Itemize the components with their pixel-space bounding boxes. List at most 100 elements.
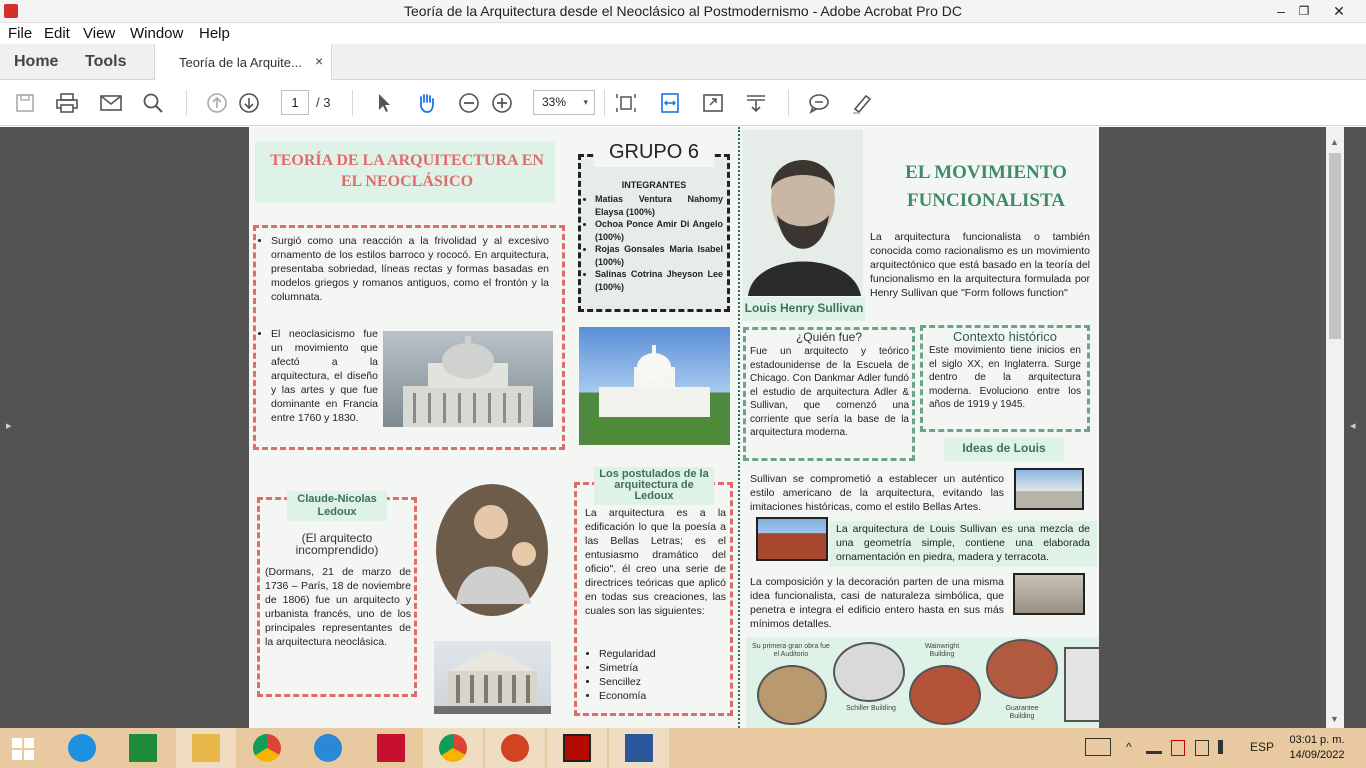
bullet-2-text: El neoclasicismo fue un movimiento que a… [271, 327, 378, 425]
idea-1: Sullivan se comprometió a establecer un … [750, 473, 1004, 513]
zoom-select[interactable]: 33% ▾ [533, 90, 595, 115]
postulado-item: Sencillez [599, 675, 719, 689]
folder-icon [192, 734, 220, 762]
left-title: TEORÍA DE LA ARQUITECTURA EN EL NEOCLÁSI… [270, 152, 544, 190]
email-icon[interactable] [99, 92, 123, 114]
scroll-mode-icon[interactable] [744, 92, 768, 114]
funcionalismo-intro: La arquitectura funcionalista o también … [870, 231, 1090, 299]
vertical-scrollbar[interactable]: ▲ ▼ [1326, 127, 1344, 728]
security-alert-icon[interactable] [1171, 740, 1185, 756]
volume-icon[interactable] [1218, 740, 1232, 754]
tab-document[interactable]: Teoría de la Arquite... × [154, 44, 332, 81]
store-icon [129, 734, 157, 762]
schiller-building-icon [833, 642, 905, 702]
clock-date: 14/09/2022 [1289, 749, 1345, 761]
save-icon[interactable] [13, 92, 37, 114]
clock-time: 03:01 p. m. [1289, 734, 1345, 746]
tab-tools[interactable]: Tools [85, 53, 126, 71]
tab-close-icon[interactable]: × [315, 53, 323, 69]
taskbar-internet-explorer[interactable] [52, 728, 112, 768]
tab-bar: Home Tools Teoría de la Arquite... × [0, 44, 1366, 81]
idea-2-photo [756, 517, 828, 561]
zoom-in-icon[interactable] [490, 92, 514, 114]
fit-page-icon[interactable] [614, 92, 638, 114]
menu-help[interactable]: Help [199, 25, 230, 42]
chevron-down-icon: ▾ [583, 97, 588, 107]
tray-overflow-icon[interactable]: ^ [1126, 740, 1132, 754]
member-item: Matias Ventura Nahomy Elaysa (100%) [595, 193, 723, 218]
ledoux-name: Claude-Nicolas Ledoux [287, 491, 387, 521]
taskbar-acrobat[interactable] [547, 728, 607, 768]
fit-width-icon[interactable] [658, 92, 682, 114]
ledoux-portrait [436, 484, 549, 617]
highlight-pen-icon[interactable] [850, 92, 874, 114]
powerpoint-icon [501, 734, 529, 762]
language-indicator[interactable]: ESP [1250, 740, 1274, 754]
page-divider [738, 127, 740, 728]
hand-tool-icon[interactable] [415, 92, 439, 114]
close-button[interactable]: ✕ [1316, 0, 1362, 23]
full-screen-icon[interactable] [701, 92, 725, 114]
system-clock[interactable]: 03:01 p. m. 14/09/2022 [1285, 733, 1349, 763]
taskbar-file-explorer[interactable] [176, 728, 236, 768]
next-page-icon[interactable] [237, 92, 261, 114]
chrome-profile-icon [439, 734, 467, 762]
taskbar-chrome-profile[interactable] [423, 728, 483, 768]
battery-icon[interactable] [1195, 740, 1209, 756]
menu-file[interactable]: File [8, 25, 32, 42]
contexto-text: Este movimiento tiene inicios en el sigl… [929, 345, 1081, 410]
members-header: INTEGRANTES [621, 180, 687, 190]
postulados-text: La arquitectura es a la edificación lo q… [585, 507, 726, 617]
network-icon[interactable] [1146, 740, 1162, 754]
postulados-title: Los postulados de la arquitectura de Led… [594, 467, 714, 505]
title-bar: Teoría de la Arquitectura desde el Neocl… [0, 0, 1366, 23]
taskbar-word[interactable] [609, 728, 669, 768]
comment-icon[interactable] [807, 92, 831, 114]
idea-2: La arquitectura de Louis Sullivan es una… [836, 523, 1090, 563]
taskbar-chrome[interactable] [237, 728, 297, 768]
menu-view[interactable]: View [83, 25, 115, 42]
scroll-down-icon[interactable]: ▼ [1330, 714, 1339, 724]
toolbar-divider [604, 90, 605, 116]
postulado-item: Regularidad [599, 647, 719, 661]
quien-text: Fue un arquitecto y teórico estadouniden… [750, 346, 909, 438]
guarantee-building-icon [986, 639, 1058, 699]
member-item: Salinas Cotrina Jheyson Lee (100%) [595, 268, 723, 293]
auditorio-label: Su primera gran obra fue el Auditorio [752, 643, 830, 658]
search-icon[interactable] [141, 92, 165, 114]
idea-3: La composición y la decoración parten de… [750, 576, 1004, 630]
scrollbar-thumb[interactable] [1329, 153, 1341, 339]
taskbar-edge[interactable] [298, 728, 358, 768]
taskbar-store[interactable] [113, 728, 173, 768]
bullet-2: El neoclasicismo fue un movimiento que a… [261, 327, 378, 425]
members-list: Matias Ventura Nahomy Elaysa (100%) Ocho… [585, 193, 723, 293]
idea-1-photo [1014, 468, 1084, 510]
acrobat-icon [563, 734, 591, 762]
scroll-up-icon[interactable]: ▲ [1330, 137, 1339, 147]
wainwright-building-icon [909, 665, 981, 725]
ideas-title: Ideas de Louis [944, 437, 1064, 461]
start-button[interactable] [0, 728, 48, 768]
select-cursor-icon[interactable] [372, 92, 396, 114]
toolbar-divider [352, 90, 353, 116]
zoom-out-icon[interactable] [457, 92, 481, 114]
window-title: Teoría de la Arquitectura desde el Neocl… [404, 3, 962, 19]
contexto-title: Contexto histórico [952, 329, 1058, 344]
page-number-input[interactable]: 1 [281, 90, 309, 115]
tab-home[interactable]: Home [14, 53, 58, 71]
member-item: Rojas Gonsales Maria Isabel (100%) [595, 243, 723, 268]
postulado-item: Economía [599, 689, 719, 703]
keyboard-icon[interactable] [1085, 738, 1111, 756]
taskbar-autocad[interactable] [361, 728, 421, 768]
left-panel-toggle-icon[interactable]: ▸ [6, 419, 12, 432]
previous-page-icon[interactable] [205, 92, 229, 114]
right-panel-toggle-icon[interactable]: ◂ [1350, 419, 1356, 432]
guarantee-label: Guarantee Building [1005, 705, 1039, 720]
quien-title: ¿Quién fue? [795, 330, 863, 344]
menu-edit[interactable]: Edit [44, 25, 70, 42]
document-viewer[interactable]: ▸ ◂ TEORÍA DE LA ARQUITECTURA EN EL NEOC… [0, 127, 1366, 728]
print-icon[interactable] [55, 92, 79, 114]
taskbar-powerpoint[interactable] [485, 728, 545, 768]
wainwright-label: Wainwright Building [924, 643, 960, 658]
menu-window[interactable]: Window [130, 25, 183, 42]
